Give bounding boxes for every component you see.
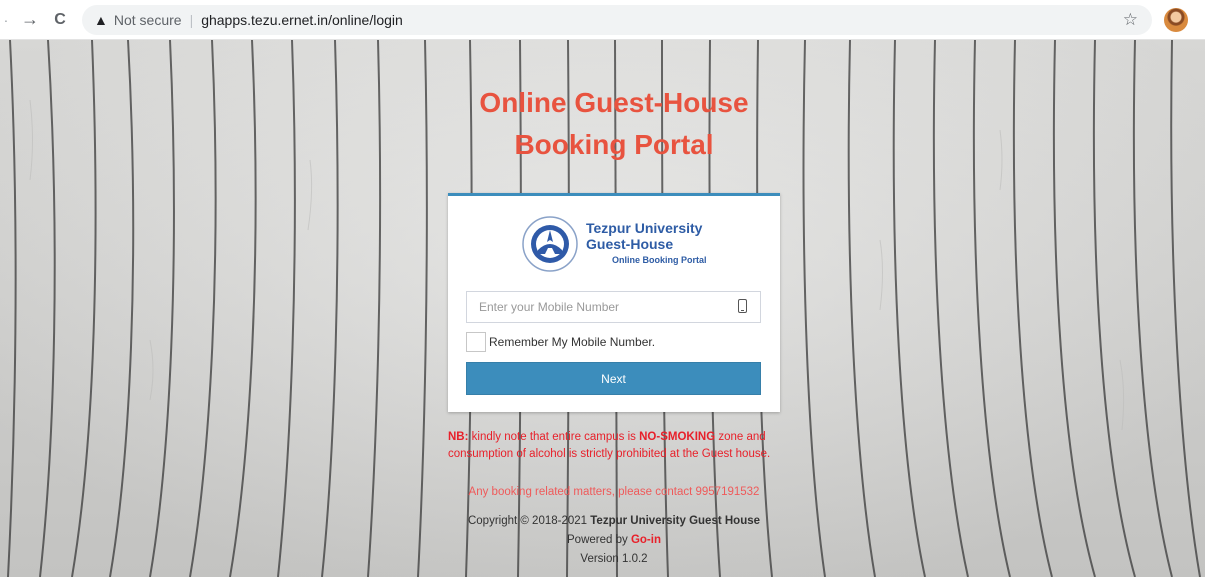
copyright-prefix: Copyright © 2018-2021	[467, 515, 591, 527]
remember-label[interactable]: Remember My Mobile Number.	[489, 335, 655, 349]
url-text[interactable]: ghapps.tezu.ernet.in/online/login	[201, 12, 403, 28]
next-button[interactable]: Next	[466, 362, 761, 395]
page-title: Online Guest-House Booking Portal	[448, 82, 780, 166]
notice-nb-label: NB:	[448, 431, 469, 443]
reload-button[interactable]: C	[48, 11, 72, 29]
logo-line-3: Online Booking Portal	[612, 255, 707, 265]
login-card: Tezpur University Guest-House Online Boo…	[448, 193, 780, 412]
university-seal-icon	[522, 216, 578, 272]
powered-prefix: Powered by	[567, 534, 631, 546]
logo-line-1: Tezpur University	[586, 220, 703, 236]
powered-by-link[interactable]: Go-in	[631, 534, 661, 546]
notice-no-smoking: NO-SMOKING	[639, 431, 716, 443]
copyright-text: Copyright © 2018-2021 Tezpur University …	[448, 515, 780, 527]
powered-by: Powered by Go-in	[448, 534, 780, 546]
page-viewport: Online Guest-House Booking Portal Tezpur…	[0, 40, 1205, 577]
bookmark-star-icon[interactable]: ☆	[1123, 10, 1138, 30]
remember-row[interactable]: Remember My Mobile Number.	[466, 332, 655, 352]
contact-notice: Any booking related matters, please cont…	[468, 486, 760, 498]
remember-checkbox[interactable]	[466, 332, 486, 352]
logo-text: Tezpur University Guest-House Online Boo…	[586, 220, 707, 268]
mobile-number-input[interactable]	[466, 291, 761, 323]
address-bar[interactable]: ▲ Not secure | ghapps.tezu.ernet.in/onli…	[82, 4, 1152, 35]
divider: |	[189, 11, 194, 28]
notice-text-before: kindly note that entire campus is	[468, 431, 640, 443]
copyright-org: Tezpur University Guest House	[590, 515, 761, 527]
no-smoking-notice: NB: kindly note that entire campus is NO…	[448, 429, 788, 463]
warning-triangle-icon: ▲	[94, 11, 108, 28]
title-line-2: Booking Portal	[514, 129, 714, 160]
profile-avatar[interactable]	[1164, 7, 1188, 32]
mobile-phone-icon	[738, 299, 747, 313]
logo-line-2: Guest-House	[586, 236, 674, 252]
browser-toolbar: · → C ▲ Not secure | ghapps.tezu.ernet.i…	[0, 0, 1205, 40]
title-line-1: Online Guest-House	[479, 87, 749, 118]
security-label[interactable]: Not secure	[114, 12, 182, 28]
forward-button[interactable]: →	[18, 9, 42, 30]
back-button[interactable]: ·	[0, 12, 12, 28]
university-logo: Tezpur University Guest-House Online Boo…	[522, 216, 707, 272]
version-text: Version 1.0.2	[580, 553, 648, 565]
